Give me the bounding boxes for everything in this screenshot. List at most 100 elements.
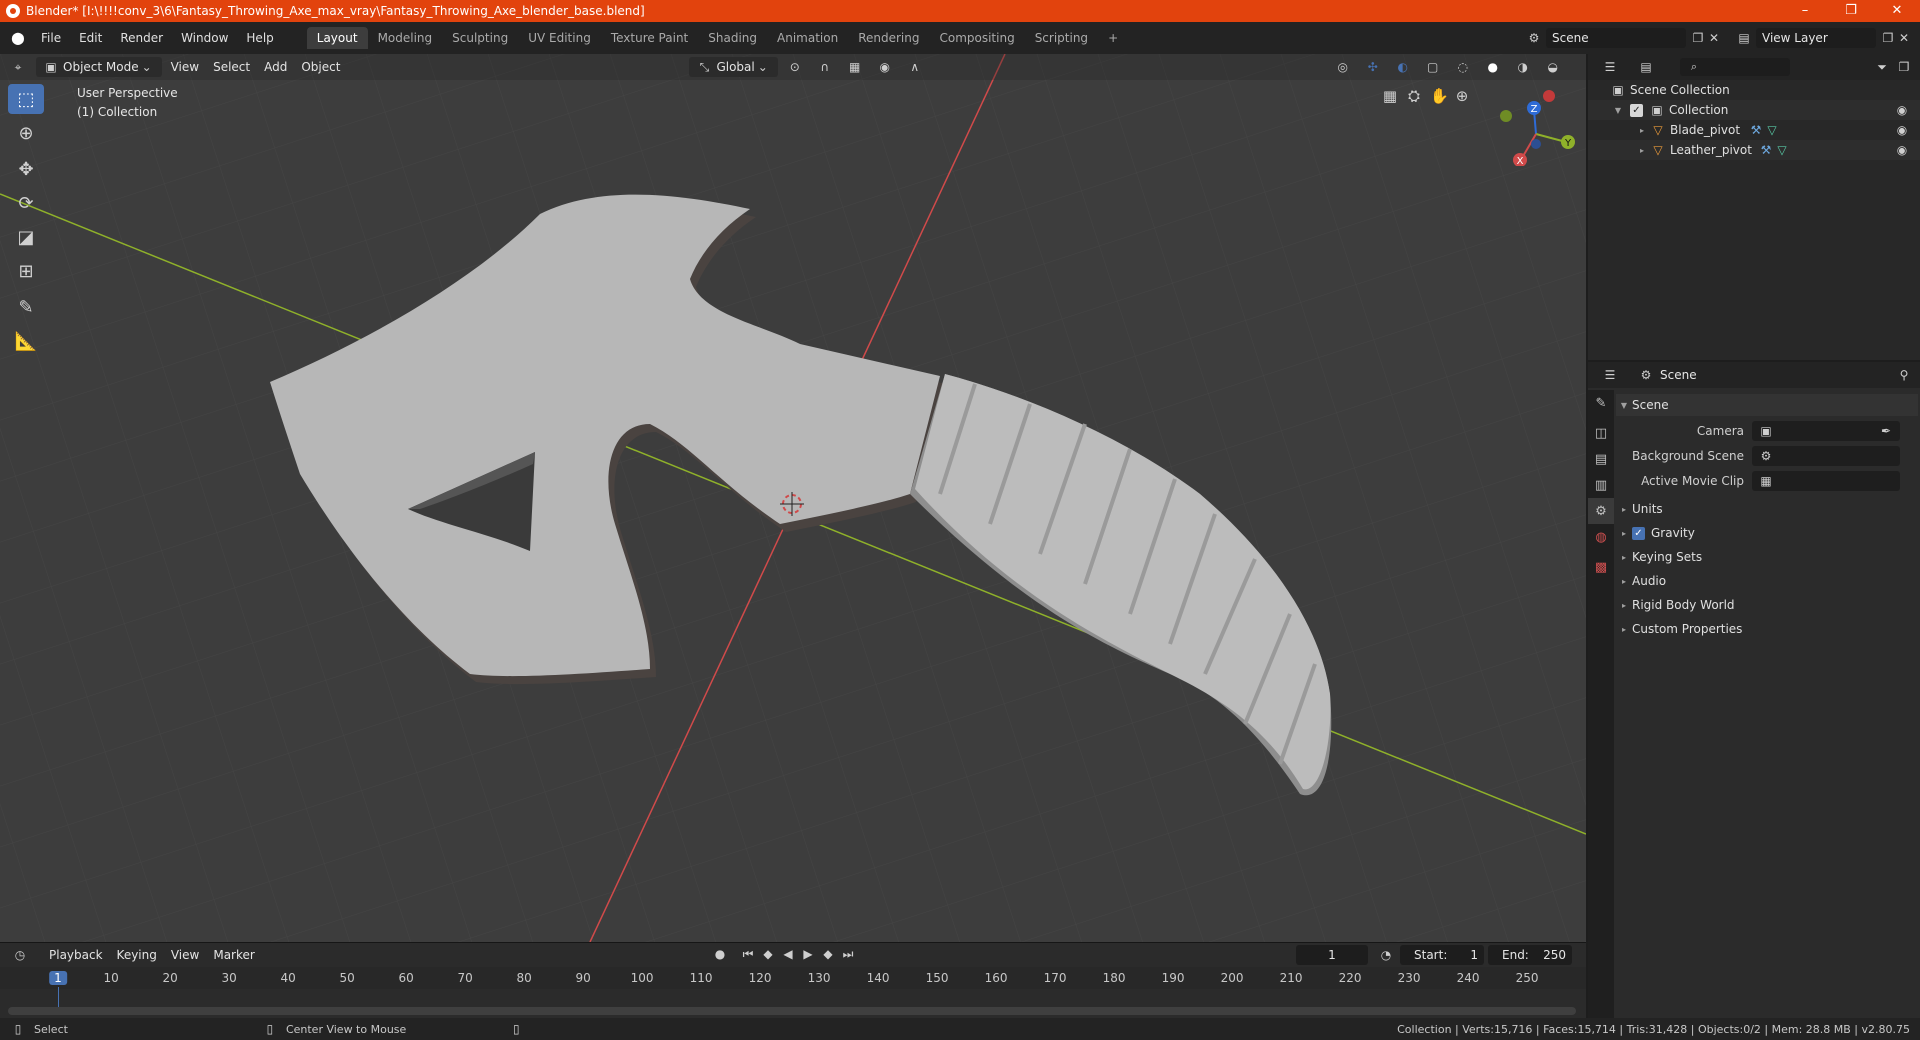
visibility-eye-icon[interactable]: ◉ — [1894, 122, 1910, 138]
tab-shading[interactable]: Shading — [698, 27, 767, 49]
ortho-toggle-icon[interactable]: ▦ — [1382, 88, 1398, 104]
gizmo-toggle[interactable]: ✣ — [1358, 57, 1388, 77]
outliner-editor-icon[interactable]: ☰ — [1602, 59, 1618, 75]
pin-icon[interactable]: ⚲ — [1896, 367, 1912, 383]
expand-triangle-icon[interactable]: ▸ — [1634, 126, 1650, 135]
tab-uv-editing[interactable]: UV Editing — [518, 27, 601, 49]
panel-header-scene[interactable]: ▼ Scene — [1616, 394, 1918, 416]
menu-file[interactable]: File — [32, 31, 70, 45]
rotate-tool[interactable]: ⟳ — [8, 188, 44, 218]
proportional-edit-toggle[interactable]: ◉ — [870, 57, 900, 77]
snap-toggle[interactable]: ∩ — [810, 57, 840, 77]
shading-solid[interactable]: ● — [1478, 57, 1508, 77]
editor-type-icon[interactable]: ⌖ — [10, 59, 26, 75]
play-reverse-icon[interactable]: ◀ — [780, 946, 796, 962]
zoom-icon[interactable]: ⊕ — [1454, 88, 1470, 104]
properties-editor-icon[interactable]: ☰ — [1602, 367, 1618, 383]
panel-header-audio[interactable]: ▸ Audio — [1616, 570, 1916, 592]
new-collection-icon[interactable]: ❐ — [1896, 59, 1912, 75]
overlays-toggle[interactable]: ◐ — [1388, 57, 1418, 77]
scene-icon[interactable]: ⚙ — [1526, 30, 1542, 46]
display-mode-icon[interactable]: ▤ — [1638, 59, 1654, 75]
pivot-point-button[interactable]: ⊙ — [780, 57, 810, 77]
viewport-menu-view[interactable]: View — [164, 57, 206, 77]
blender-menu-icon[interactable]: ⬤ — [10, 30, 26, 46]
camera-field[interactable]: ▣ ✒ — [1752, 421, 1900, 441]
transform-orientation-dropdown[interactable]: ⤡ Global ⌄ — [689, 57, 778, 77]
tab-modeling[interactable]: Modeling — [368, 27, 443, 49]
add-workspace-button[interactable]: + — [1098, 27, 1128, 49]
navigation-gizmo[interactable]: Z Y X — [1498, 86, 1578, 166]
frame-ruler[interactable]: 1 10 20 30 40 50 60 70 80 90 100 110 120 130 140 150 160… — [0, 967, 1586, 1015]
viewport-scene[interactable] — [0, 54, 1586, 942]
background-scene-field[interactable]: ⚙ — [1752, 446, 1900, 466]
camera-view-icon[interactable]: ⛭ — [1406, 88, 1422, 104]
tab-tool[interactable]: ✎ — [1588, 390, 1614, 416]
timeline-menu-keying[interactable]: Keying — [110, 945, 164, 965]
scale-tool[interactable]: ◪ — [8, 222, 44, 252]
tab-output[interactable]: ▤ — [1588, 446, 1614, 472]
active-movie-clip-field[interactable]: ▦ — [1752, 471, 1900, 491]
next-keyframe-icon[interactable]: ◆ — [820, 946, 836, 962]
xray-toggle[interactable]: ▢ — [1418, 57, 1448, 77]
visibility-eye-icon[interactable]: ◉ — [1894, 102, 1910, 118]
outliner-row-collection[interactable]: ▼ ✓ ▣ Collection ◉ — [1588, 100, 1920, 120]
viewport-menu-select[interactable]: Select — [206, 57, 257, 77]
stopwatch-icon[interactable]: ◔ — [1378, 947, 1394, 963]
tab-animation[interactable]: Animation — [767, 27, 848, 49]
jump-end-icon[interactable]: ⏭ — [840, 946, 856, 962]
outliner-row-leather-pivot[interactable]: ▸ ▽ Leather_pivot ⚒ ▽ ◉ — [1588, 140, 1920, 160]
eyedropper-icon[interactable]: ✒ — [1878, 423, 1894, 439]
panel-header-gravity[interactable]: ▸ ✓ Gravity — [1616, 522, 1916, 544]
panel-header-rigid-body-world[interactable]: ▸ Rigid Body World — [1616, 594, 1916, 616]
tab-rendering[interactable]: Rendering — [848, 27, 929, 49]
annotate-tool[interactable]: ✎ — [8, 292, 44, 322]
viewport-menu-object[interactable]: Object — [294, 57, 347, 77]
outliner-row-scene-collection[interactable]: ▣ Scene Collection — [1588, 80, 1920, 100]
pan-hand-icon[interactable]: ✋ — [1430, 88, 1449, 104]
snap-target-dropdown[interactable]: ▦ — [840, 57, 870, 77]
outliner-row-blade-pivot[interactable]: ▸ ▽ Blade_pivot ⚒ ▽ ◉ — [1588, 120, 1920, 140]
timeline-menu-view[interactable]: View — [164, 945, 206, 965]
start-frame-field[interactable]: Start: 1 — [1400, 945, 1484, 965]
panel-header-custom-properties[interactable]: ▸ Custom Properties — [1616, 618, 1916, 640]
tab-texture[interactable]: ▩ — [1588, 554, 1614, 580]
play-icon[interactable]: ▶ — [800, 946, 816, 962]
current-frame-field[interactable]: 1 — [1296, 945, 1368, 965]
new-scene-icon[interactable]: ❐ — [1690, 30, 1706, 46]
scene-selector[interactable]: Scene — [1546, 28, 1686, 48]
measure-tool[interactable]: 📐 — [8, 326, 44, 356]
shading-wireframe[interactable]: ◌ — [1448, 57, 1478, 77]
minimize-button[interactable]: – — [1782, 0, 1828, 22]
outliner-search-input[interactable]: ⌕ — [1680, 58, 1790, 76]
panel-header-units[interactable]: ▸ Units — [1616, 498, 1916, 520]
tab-render[interactable]: ◫ — [1588, 420, 1614, 446]
clock-editor-icon[interactable]: ◷ — [12, 947, 28, 963]
new-view-layer-icon[interactable]: ❐ — [1880, 30, 1896, 46]
tab-sculpting[interactable]: Sculpting — [442, 27, 518, 49]
visibility-eye-icon[interactable]: ◉ — [1894, 142, 1910, 158]
view-layer-icon[interactable]: ▤ — [1736, 30, 1752, 46]
select-box-tool[interactable]: ⬚ — [8, 84, 44, 114]
tab-layout[interactable]: Layout — [306, 27, 368, 49]
gravity-checkbox[interactable]: ✓ — [1632, 526, 1645, 540]
tab-compositing[interactable]: Compositing — [929, 27, 1024, 49]
viewport-menu-add[interactable]: Add — [257, 57, 294, 77]
3d-viewport[interactable]: ⌖ ▣ Object Mode ⌄ View Select Add Object… — [0, 54, 1586, 942]
expand-triangle-icon[interactable]: ▼ — [1610, 106, 1626, 115]
visibility-dropdown[interactable]: ◎ — [1328, 57, 1358, 77]
tab-view-layer[interactable]: ▥ — [1588, 472, 1614, 498]
jump-start-icon[interactable]: ⏮ — [740, 946, 756, 962]
close-button[interactable]: ✕ — [1874, 0, 1920, 22]
tab-texture-paint[interactable]: Texture Paint — [601, 27, 698, 49]
menu-help[interactable]: Help — [237, 31, 282, 45]
delete-scene-icon[interactable]: ✕ — [1706, 30, 1722, 46]
expand-triangle-icon[interactable]: ▸ — [1634, 146, 1650, 155]
end-frame-field[interactable]: End: 250 — [1488, 945, 1572, 965]
timeline-scrollbar[interactable] — [8, 1007, 1576, 1015]
collection-include-checkbox[interactable]: ✓ — [1630, 103, 1643, 117]
falloff-dropdown[interactable]: ∧ — [900, 57, 930, 77]
cursor-tool[interactable]: ⊕ — [8, 118, 44, 148]
tab-scripting[interactable]: Scripting — [1025, 27, 1098, 49]
menu-render[interactable]: Render — [111, 31, 172, 45]
